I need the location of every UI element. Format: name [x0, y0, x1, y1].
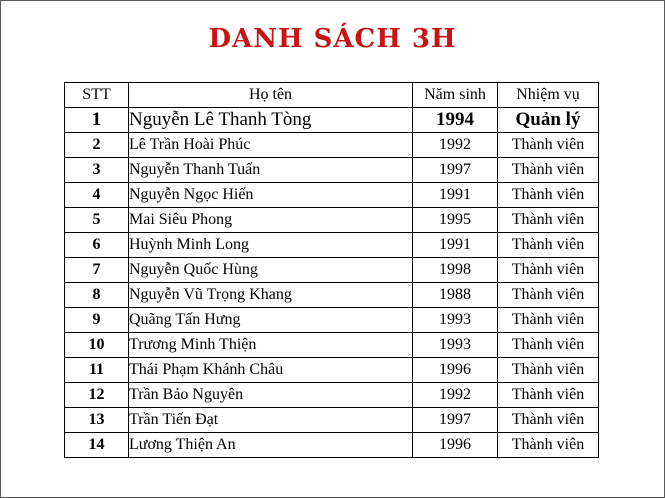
- member-role: Thành viên: [497, 257, 599, 283]
- row-number: 6: [64, 232, 129, 258]
- row-number: 2: [64, 132, 129, 158]
- member-name: Lương Thiện An: [128, 432, 413, 458]
- birth-year: 1988: [412, 282, 498, 308]
- row-number: 1: [64, 107, 129, 133]
- member-name: Nguyễn Ngọc Hiến: [128, 182, 413, 208]
- member-role: Thành viên: [497, 132, 599, 158]
- table-row: 11 Thái Phạm Khánh Châu 1996 Thành viên: [64, 357, 599, 383]
- birth-year: 1993: [412, 332, 498, 358]
- member-role: Thành viên: [497, 332, 599, 358]
- row-number: 5: [64, 207, 129, 233]
- member-role: Thành viên: [497, 282, 599, 308]
- row-number: 13: [64, 407, 129, 433]
- table-row: 7 Nguyễn Quốc Hùng 1998 Thành viên: [64, 257, 599, 283]
- birth-year: 1992: [412, 132, 498, 158]
- member-name: Mai Siêu Phong: [128, 207, 413, 233]
- birth-year: 1998: [412, 257, 498, 283]
- member-role: Thành viên: [497, 182, 599, 208]
- birth-year: 1992: [412, 382, 498, 408]
- page-title: DANH SÁCH 3H: [208, 24, 457, 54]
- member-role: Thành viên: [497, 357, 599, 383]
- member-name: Nguyễn Lê Thanh Tòng: [128, 107, 413, 133]
- row-number: 7: [64, 257, 129, 283]
- table-row: 6 Huỳnh Minh Long 1991 Thành viên: [64, 232, 599, 258]
- table-row: 14 Lương Thiện An 1996 Thành viên: [64, 432, 599, 458]
- member-role: Thành viên: [497, 407, 599, 433]
- table-row: 1 Nguyễn Lê Thanh Tòng 1994 Quản lý: [64, 107, 599, 133]
- row-number: 8: [64, 282, 129, 308]
- table-row: 10 Trương Minh Thiện 1993 Thành viên: [64, 332, 599, 358]
- member-role: Thành viên: [497, 432, 599, 458]
- header-stt: STT: [64, 82, 129, 108]
- member-role: Thành viên: [497, 382, 599, 408]
- member-name: Huỳnh Minh Long: [128, 232, 413, 258]
- member-name: Nguyễn Thanh Tuấn: [128, 157, 413, 183]
- member-name: Trương Minh Thiện: [128, 332, 413, 358]
- header-role: Nhiệm vụ: [497, 82, 599, 108]
- member-name: Nguyễn Vũ Trọng Khang: [128, 282, 413, 308]
- member-name: Trần Bảo Nguyên: [128, 382, 413, 408]
- header-birth-year: Năm sinh: [412, 82, 498, 108]
- table-row: 5 Mai Siêu Phong 1995 Thành viên: [64, 207, 599, 233]
- birth-year: 1991: [412, 182, 498, 208]
- member-role: Thành viên: [497, 232, 599, 258]
- row-number: 14: [64, 432, 129, 458]
- member-name: Lê Trần Hoài Phúc: [128, 132, 413, 158]
- table-row: 2 Lê Trần Hoài Phúc 1992 Thành viên: [64, 132, 599, 158]
- row-number: 4: [64, 182, 129, 208]
- member-role: Thành viên: [497, 157, 599, 183]
- roster-table: STT Họ tên Năm sinh Nhiệm vụ 1 Nguyễn Lê …: [64, 82, 599, 458]
- table-row: 12 Trần Bảo Nguyên 1992 Thành viên: [64, 382, 599, 408]
- birth-year: 1995: [412, 207, 498, 233]
- row-number: 12: [64, 382, 129, 408]
- table-row: 8 Nguyễn Vũ Trọng Khang 1988 Thành viên: [64, 282, 599, 308]
- member-role: Thành viên: [497, 307, 599, 333]
- birth-year: 1997: [412, 407, 498, 433]
- birth-year: 1997: [412, 157, 498, 183]
- table-row: 9 Quãng Tấn Hưng 1993 Thành viên: [64, 307, 599, 333]
- birth-year: 1994: [412, 107, 498, 133]
- row-number: 3: [64, 157, 129, 183]
- birth-year: 1993: [412, 307, 498, 333]
- birth-year: 1996: [412, 432, 498, 458]
- row-number: 11: [64, 357, 129, 383]
- member-name: Nguyễn Quốc Hùng: [128, 257, 413, 283]
- header-name: Họ tên: [128, 82, 413, 108]
- member-role: Thành viên: [497, 207, 599, 233]
- table-row: 3 Nguyễn Thanh Tuấn 1997 Thành viên: [64, 157, 599, 183]
- member-role: Quản lý: [497, 107, 599, 133]
- birth-year: 1991: [412, 232, 498, 258]
- member-name: Thái Phạm Khánh Châu: [128, 357, 413, 383]
- table-row: 13 Trần Tiến Đạt 1997 Thành viên: [64, 407, 599, 433]
- member-name: Trần Tiến Đạt: [128, 407, 413, 433]
- table-header-row: STT Họ tên Năm sinh Nhiệm vụ: [64, 82, 599, 108]
- row-number: 10: [64, 332, 129, 358]
- roster-body: 1 Nguyễn Lê Thanh Tòng 1994 Quản lý 2 Lê Trần…: [64, 107, 599, 458]
- table-row: 4 Nguyễn Ngọc Hiến 1991 Thành viên: [64, 182, 599, 208]
- row-number: 9: [64, 307, 129, 333]
- birth-year: 1996: [412, 357, 498, 383]
- member-name: Quãng Tấn Hưng: [128, 307, 413, 333]
